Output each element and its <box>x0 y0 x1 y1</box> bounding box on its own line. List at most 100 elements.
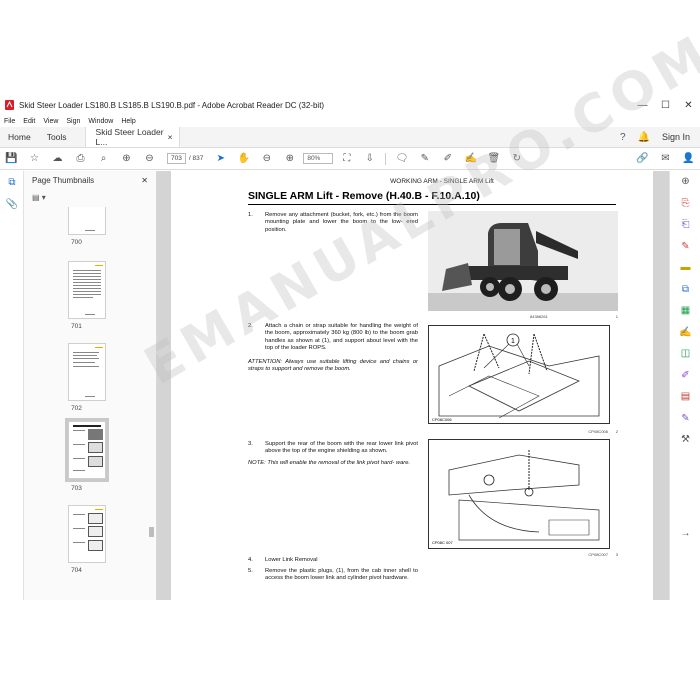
skid-steer-illustration <box>428 211 618 311</box>
panel-close-icon[interactable]: ✕ <box>141 176 148 185</box>
section-heading: SINGLE ARM Lift - Remove (H.40.B - F.10.… <box>248 190 480 202</box>
sign-in-button[interactable]: Sign In <box>656 127 700 147</box>
tab-close-icon[interactable]: × <box>168 132 173 142</box>
acrobat-window: Skid Steer Loader LS180.B LS185.B LS190.… <box>0 95 700 600</box>
tools-pane-rail: ⊕ ⎘ ⎗ ✎ ▬ ⧉ ▦ ✍ ◫ ✐ ▤ ✎ ⚒ → <box>669 171 700 600</box>
menu-help[interactable]: Help <box>121 118 135 125</box>
panel-title: Page Thumbnails <box>32 175 95 185</box>
fit-page-icon[interactable]: ⛶ <box>335 153 358 164</box>
share-icon[interactable]: 👤 <box>677 153 700 164</box>
step-1: 1. Remove any attachment (bucket, fork, … <box>248 212 418 233</box>
thumbnail-options-icon[interactable]: ▤ ▾ <box>24 189 156 205</box>
thumbnail-scrollbar[interactable] <box>149 211 154 591</box>
fill-sign-icon[interactable]: ✍ <box>459 153 482 164</box>
step-4: 4. Lower Link Removal <box>248 557 318 563</box>
menu-view[interactable]: View <box>43 118 58 125</box>
organize-icon[interactable]: ▦ <box>670 300 700 322</box>
select-cursor-icon[interactable]: ➤ <box>209 153 232 164</box>
comment-icon[interactable]: ▬ <box>670 257 700 279</box>
create-pdf-icon[interactable]: ⎗ <box>670 214 700 236</box>
note-link-pivot: NOTE: This will enable the removal of th… <box>248 460 411 466</box>
sign-icon[interactable]: ▤ <box>670 386 700 408</box>
page-total: / 837 <box>188 155 204 162</box>
search-icon[interactable]: ⌕ <box>92 153 115 164</box>
left-navigation-rail: ⧉ 📎 <box>0 171 24 600</box>
acrobat-app-icon <box>5 100 14 110</box>
figure-2-boom-chains: 1 CP08C006 <box>428 325 610 424</box>
running-header: WORKING ARM - SINGLE ARM Lift <box>390 178 494 185</box>
boom-chain-diagram: 1 CP08C006 <box>432 333 600 422</box>
zoom-in-icon[interactable]: ⊕ <box>278 153 301 164</box>
figure-2-inner-code: CP08C006 <box>432 417 452 422</box>
expand-pane-icon[interactable]: → <box>670 523 700 545</box>
print-icon[interactable]: ⎙ <box>69 153 92 164</box>
fill-sign-icon[interactable]: ✍ <box>670 322 700 344</box>
figure-callout-1: 1 <box>511 338 515 345</box>
step-2: 2. Attach a chain or strap suitable for … <box>248 323 418 351</box>
next-page-icon[interactable]: ⊖ <box>138 153 161 164</box>
maximize-button[interactable]: ☐ <box>654 100 677 111</box>
tab-document[interactable]: Skid Steer Loader L... × <box>84 127 180 147</box>
save-icon[interactable]: 💾 <box>0 153 23 164</box>
figure-3-inner-code: CP08C 007 <box>432 540 453 545</box>
step-3: 3. Support the rear of the boom with the… <box>248 441 418 455</box>
help-icon[interactable]: ? <box>614 127 632 147</box>
tab-home[interactable]: Home <box>0 127 39 147</box>
thumbnail-label: 703 <box>71 485 82 492</box>
scroll-mode-icon[interactable]: ⇩ <box>358 153 381 164</box>
comment-icon[interactable]: 🗨 <box>390 153 413 164</box>
hand-tool-icon[interactable]: ✋ <box>232 153 255 164</box>
tab-document-label: Skid Steer Loader L... <box>95 127 164 147</box>
compress-icon[interactable]: ◫ <box>670 343 700 365</box>
rear-boom-diagram: CP08C 007 <box>432 450 600 545</box>
close-window-button[interactable]: ✕ <box>677 100 700 111</box>
thumbnail-701[interactable] <box>68 261 106 319</box>
menu-sign[interactable]: Sign <box>66 118 80 125</box>
highlight-pen-icon[interactable]: ✎ <box>413 153 436 164</box>
menu-window[interactable]: Window <box>88 118 113 125</box>
thumbnail-703-selected[interactable] <box>65 418 109 482</box>
figure-3-rear-boom-support: CP08C 007 <box>428 439 610 549</box>
page-thumbnails-panel: Page Thumbnails ✕ ▤ ▾ 700 701 702 703 70… <box>24 171 157 600</box>
more-tools-icon[interactable]: ✎ <box>670 408 700 430</box>
previous-page-icon[interactable]: ⊕ <box>115 153 138 164</box>
menu-file[interactable]: File <box>4 118 15 125</box>
upload-cloud-icon[interactable]: ☁ <box>46 153 69 164</box>
tab-tools[interactable]: Tools <box>39 127 75 147</box>
thumbnail-list: 700 701 702 703 704 <box>24 207 157 600</box>
page-thumbnails-icon[interactable]: ⧉ <box>0 171 24 193</box>
minimize-button[interactable]: — <box>631 100 654 111</box>
delete-icon[interactable]: 🗑 <box>482 153 505 164</box>
thumbnail-704[interactable] <box>68 505 106 563</box>
combine-icon[interactable]: ⧉ <box>670 279 700 301</box>
thumbnail-label: 700 <box>71 239 82 246</box>
attachments-paperclip-icon[interactable]: 📎 <box>0 193 24 215</box>
export-pdf-icon[interactable]: ⎘ <box>670 193 700 215</box>
thumbnail-702[interactable] <box>68 343 106 401</box>
bookmark-star-icon[interactable]: ☆ <box>23 153 46 164</box>
notifications-bell-icon[interactable]: 🔔 <box>632 127 656 147</box>
document-view[interactable]: WORKING ARM - SINGLE ARM Lift SINGLE ARM… <box>157 171 669 600</box>
settings-icon[interactable]: ⚒ <box>670 429 700 451</box>
window-title: Skid Steer Loader LS180.B LS185.B LS190.… <box>19 100 325 110</box>
draw-icon[interactable]: ✐ <box>436 153 459 164</box>
thumbnail-700[interactable] <box>68 207 106 235</box>
attention-note: ATTENTION: Always use suitable lifting d… <box>248 359 418 373</box>
heading-rule <box>248 204 616 205</box>
step-5: 5. Remove the plastic plugs, (1), from t… <box>248 568 418 582</box>
protect-icon[interactable]: ✐ <box>670 365 700 387</box>
thumbnail-label: 704 <box>71 567 82 574</box>
page-navigator: 703 / 837 <box>167 153 203 164</box>
pdf-page: WORKING ARM - SINGLE ARM Lift SINGLE ARM… <box>171 171 653 600</box>
page-number-input[interactable]: 703 <box>167 153 186 164</box>
zoom-icon[interactable]: ⊕ <box>670 171 700 193</box>
zoom-level-select[interactable]: 80% <box>303 153 334 164</box>
email-icon[interactable]: ✉ <box>654 153 677 164</box>
edit-pdf-icon[interactable]: ✎ <box>670 236 700 258</box>
link-icon[interactable]: 🔗 <box>631 153 654 164</box>
zoom-out-icon[interactable]: ⊖ <box>255 153 278 164</box>
main-toolbar: 💾 ☆ ☁ ⎙ ⌕ ⊕ ⊖ 703 / 837 ➤ ✋ ⊖ ⊕ 80% ⛶ ⇩ … <box>0 148 700 170</box>
rotate-icon[interactable]: ↻ <box>505 153 528 164</box>
thumbnail-label: 701 <box>71 323 82 330</box>
menu-edit[interactable]: Edit <box>23 118 35 125</box>
